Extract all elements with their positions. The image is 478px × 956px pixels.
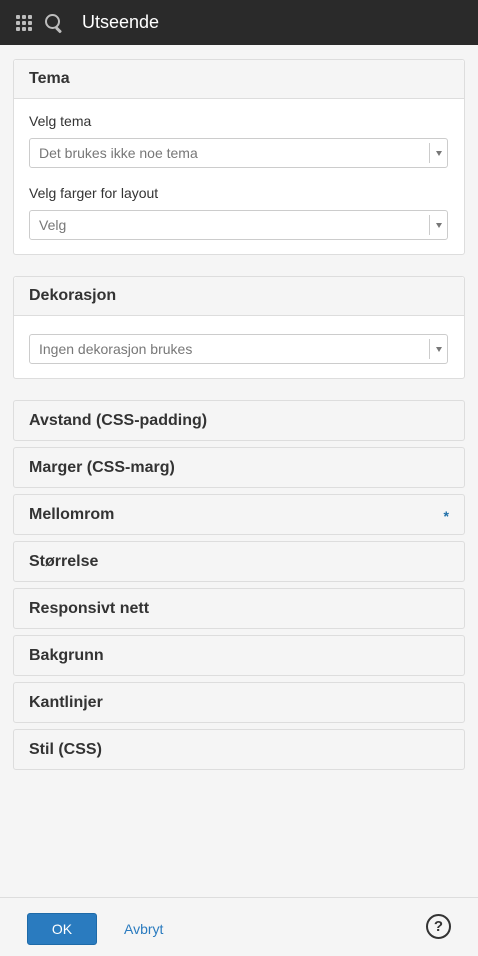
section-bakgrunn[interactable]: Bakgrunn	[13, 635, 465, 676]
panel-tema-title: Tema	[14, 60, 464, 99]
layout-colors-label: Velg farger for layout	[29, 185, 159, 201]
caret-down-icon	[435, 222, 442, 228]
layout-colors-select[interactable]: Velg	[29, 210, 448, 240]
theme-select[interactable]: Det brukes ikke noe tema	[29, 138, 448, 168]
panel-dekorasjon-body: Ingen dekorasjon brukes	[14, 316, 464, 378]
apps-grid-icon[interactable]	[16, 14, 32, 31]
section-stil[interactable]: Stil (CSS)	[13, 729, 465, 770]
settings-content: Tema Velg tema Det brukes ikke noe tema …	[13, 59, 465, 776]
section-responsivt-nett[interactable]: Responsivt nett	[13, 588, 465, 629]
cancel-link[interactable]: Avbryt	[124, 921, 163, 937]
section-label: Størrelse	[29, 552, 99, 570]
theme-select-label: Velg tema	[29, 113, 92, 129]
section-marger[interactable]: Marger (CSS-marg)	[13, 447, 465, 488]
section-label: Avstand (CSS-padding)	[29, 411, 208, 429]
section-kantlinjer[interactable]: Kantlinjer	[13, 682, 465, 723]
modified-marker: *	[443, 508, 449, 524]
decoration-select-toggle[interactable]	[429, 339, 447, 359]
footer-bar: OK Avbryt ?	[0, 897, 478, 956]
help-icon[interactable]: ?	[426, 914, 451, 939]
section-label: Stil (CSS)	[29, 740, 102, 758]
section-label: Marger (CSS-marg)	[29, 458, 175, 476]
panel-tema-body: Velg tema Det brukes ikke noe tema Velg …	[14, 99, 464, 254]
caret-down-icon	[435, 150, 442, 156]
section-mellomrom[interactable]: Mellomrom *	[13, 494, 465, 535]
section-label: Mellomrom	[29, 505, 115, 523]
section-label: Kantlinjer	[29, 693, 103, 711]
section-storrelse[interactable]: Størrelse	[13, 541, 465, 582]
decoration-select[interactable]: Ingen dekorasjon brukes	[29, 334, 448, 364]
page-title: Utseende	[82, 12, 160, 32]
section-avstand[interactable]: Avstand (CSS-padding)	[13, 400, 465, 441]
caret-down-icon	[435, 346, 442, 352]
panel-dekorasjon-title: Dekorasjon	[14, 277, 464, 316]
layout-colors-value: Velg	[39, 217, 67, 233]
panel-dekorasjon: Dekorasjon Ingen dekorasjon brukes	[13, 276, 465, 379]
ok-button[interactable]: OK	[27, 913, 97, 945]
layout-colors-toggle[interactable]	[429, 215, 447, 235]
decoration-select-value: Ingen dekorasjon brukes	[39, 341, 193, 357]
section-label: Bakgrunn	[29, 646, 104, 664]
panel-tema: Tema Velg tema Det brukes ikke noe tema …	[13, 59, 465, 255]
theme-select-toggle[interactable]	[429, 143, 447, 163]
top-bar: Utseende	[0, 0, 478, 45]
search-icon[interactable]	[44, 13, 64, 33]
section-label: Responsivt nett	[29, 599, 150, 617]
theme-select-value: Det brukes ikke noe tema	[39, 145, 198, 161]
